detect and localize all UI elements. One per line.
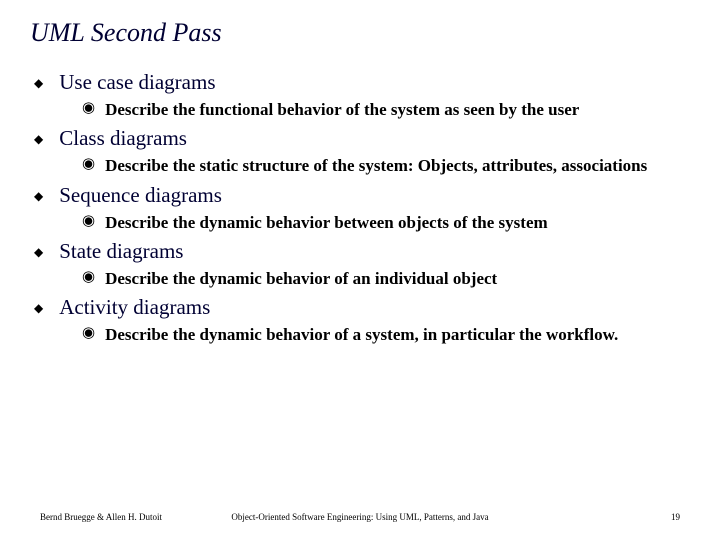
item-heading-text: Class diagrams [59,126,187,151]
sub-item: ◉ Describe the dynamic behavior between … [82,212,690,233]
footer-left: Bernd Bruegge & Allen H. Dutoit [40,512,162,522]
item-heading-text: State diagrams [59,239,183,264]
sub-item-text: Describe the dynamic behavior of an indi… [105,268,497,289]
list-item: ◆ Use case diagrams ◉ Describe the funct… [30,70,690,120]
page-number: 19 [671,512,680,522]
sub-bullet-icon: ◉ [82,155,95,174]
slide: UML Second Pass ◆ Use case diagrams ◉ De… [0,0,720,345]
item-heading: ◆ Sequence diagrams [30,183,690,208]
item-heading: ◆ State diagrams [30,239,690,264]
list-item: ◆ Class diagrams ◉ Describe the static s… [30,126,690,176]
sub-item: ◉ Describe the dynamic behavior of an in… [82,268,690,289]
footer-center: Object-Oriented Software Engineering: Us… [231,512,488,522]
sub-bullet-icon: ◉ [82,324,95,343]
list-item: ◆ State diagrams ◉ Describe the dynamic … [30,239,690,289]
sub-bullet-icon: ◉ [82,268,95,287]
item-heading-text: Use case diagrams [59,70,215,95]
sub-bullet-icon: ◉ [82,212,95,231]
sub-item: ◉ Describe the static structure of the s… [82,155,690,176]
item-heading-text: Sequence diagrams [59,183,222,208]
list-item: ◆ Activity diagrams ◉ Describe the dynam… [30,295,690,345]
diamond-bullet-icon: ◆ [34,301,43,316]
diamond-bullet-icon: ◆ [34,132,43,147]
sub-item-text: Describe the dynamic behavior between ob… [105,212,548,233]
sub-item-text: Describe the dynamic behavior of a syste… [105,324,618,345]
diamond-bullet-icon: ◆ [34,189,43,204]
sub-item-text: Describe the static structure of the sys… [105,155,647,176]
item-heading: ◆ Use case diagrams [30,70,690,95]
sub-item: ◉ Describe the functional behavior of th… [82,99,690,120]
diamond-bullet-icon: ◆ [34,245,43,260]
list-item: ◆ Sequence diagrams ◉ Describe the dynam… [30,183,690,233]
item-heading: ◆ Class diagrams [30,126,690,151]
item-heading-text: Activity diagrams [59,295,210,320]
sub-item: ◉ Describe the dynamic behavior of a sys… [82,324,690,345]
sub-item-text: Describe the functional behavior of the … [105,99,579,120]
item-heading: ◆ Activity diagrams [30,295,690,320]
slide-title: UML Second Pass [30,18,690,48]
diamond-bullet-icon: ◆ [34,76,43,91]
sub-bullet-icon: ◉ [82,99,95,118]
footer: Bernd Bruegge & Allen H. Dutoit Object-O… [0,512,720,522]
